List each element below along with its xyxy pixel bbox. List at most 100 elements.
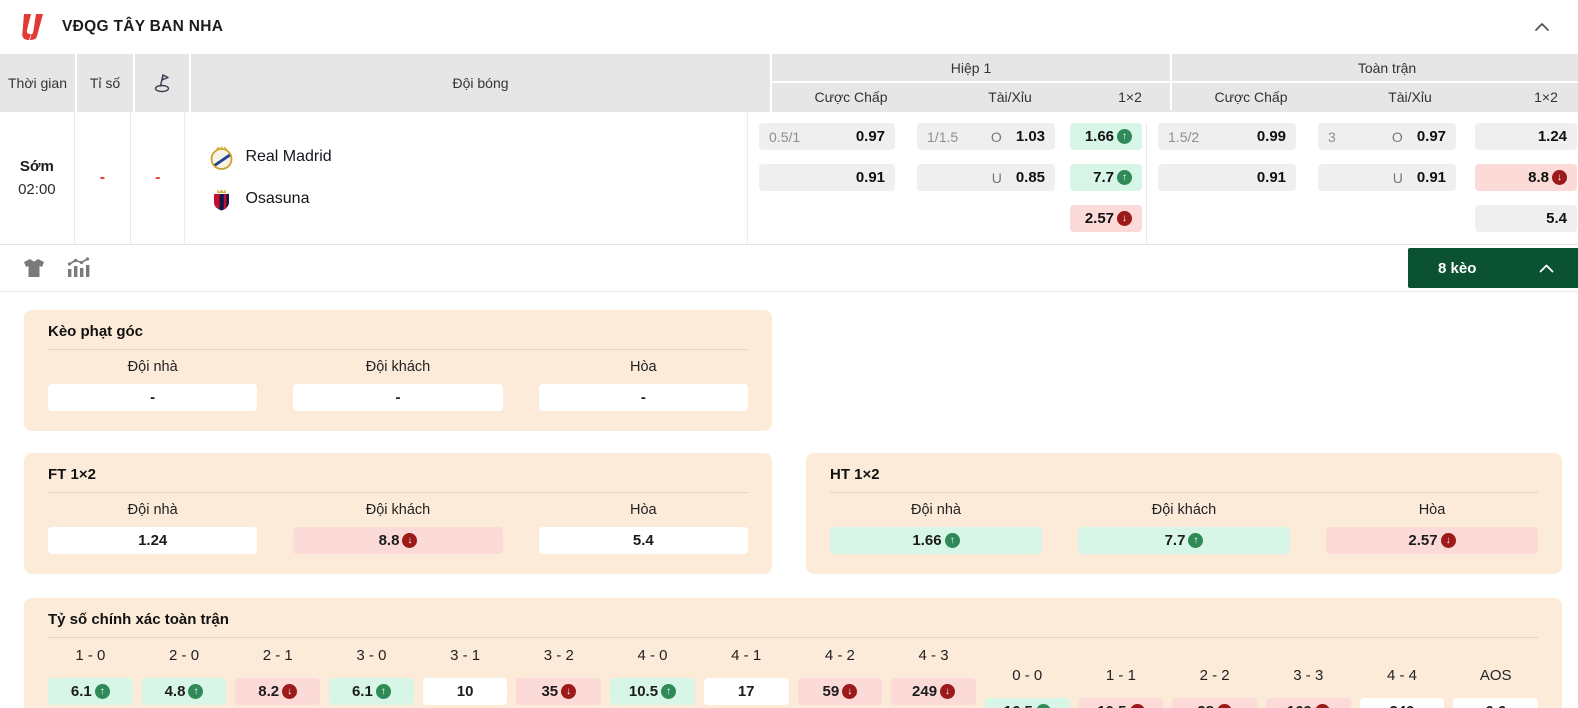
odds-value: 249: [1389, 703, 1414, 708]
match-odds: 0.5/1 0.97 1/1.5 O 1.03 1.66 0.91: [748, 112, 1578, 244]
trend-up-icon: [188, 684, 204, 699]
score-top-cell[interactable]: 6.1: [329, 678, 414, 705]
corner-home-cell[interactable]: -: [48, 384, 258, 411]
score-column: 1 - 06.126: [48, 645, 133, 708]
odds-value: 6.1: [70, 683, 92, 700]
score-column: 4 - 259249: [797, 645, 883, 708]
panel-title: FT 1×2: [48, 466, 748, 493]
score-draw-cell[interactable]: 169: [1265, 698, 1351, 708]
col-header-ft-1x2: 1×2: [1534, 88, 1558, 105]
ft-ou-cell[interactable]: 3 O 0.97: [1318, 123, 1457, 150]
draw-label: Hòa: [1418, 502, 1446, 518]
odds-value: 1.03: [1015, 128, 1046, 145]
score-top-cell[interactable]: 6.1: [48, 678, 133, 705]
score-column-draw: 1 - 1 10.5: [1078, 645, 1164, 708]
score-draw-cell[interactable]: 28: [1172, 698, 1257, 708]
trend-down-icon: [1552, 170, 1568, 185]
chevron-up-icon: [1535, 23, 1549, 31]
trend-down-icon: [940, 684, 956, 699]
h1-1x2-draw-cell[interactable]: 2.57: [1070, 205, 1143, 232]
h1-ou-cell[interactable]: U 0.85: [917, 164, 1056, 191]
ht-away-cell[interactable]: 7.7: [1078, 527, 1290, 554]
match-corner-cell: -: [131, 112, 186, 244]
score-column-draw: 0 - 0 16.5: [984, 645, 1070, 708]
ou-side: O: [990, 128, 1002, 145]
h1-1x2-home-cell[interactable]: 1.66: [1070, 123, 1143, 150]
panel-title: HT 1×2: [830, 466, 1538, 493]
league-header: VĐQG TÂY BAN NHA: [0, 0, 1578, 54]
h1-handicap-cell[interactable]: 0.5/1 0.97: [759, 123, 896, 150]
ft-handicap-cell[interactable]: 0.91: [1158, 164, 1297, 191]
corner-draw-cell[interactable]: -: [538, 384, 748, 411]
trend-up-icon: [1117, 170, 1133, 185]
ht-draw-cell[interactable]: 2.57: [1326, 527, 1538, 554]
score-column: 3 - 110169: [422, 645, 508, 708]
odds-count-label: 8 kèo: [1438, 259, 1477, 277]
odds-value: 7.7: [1093, 169, 1115, 186]
corner-flag-icon: [135, 54, 191, 112]
ft-handicap-cell[interactable]: 1.5/2 0.99: [1158, 123, 1297, 150]
trend-down-icon: [1216, 704, 1232, 708]
jersey-button[interactable]: [12, 251, 56, 285]
odds-value: 1.24: [1537, 128, 1568, 145]
ht-1x2-panel: HT 1×2 Đội nhà Đội khách Hòa 1.66 7.7 2.…: [806, 453, 1562, 574]
score-top-cell[interactable]: 10: [422, 678, 508, 705]
score-top-cell[interactable]: 35: [516, 678, 602, 705]
ft-away-cell[interactable]: 8.8: [293, 527, 503, 554]
trend-up-icon: [1035, 704, 1051, 708]
ft-1x2-away-cell[interactable]: 8.8: [1475, 164, 1578, 191]
odds-value: 1.66: [912, 532, 942, 549]
odds-count-badge[interactable]: 8 kèo: [1408, 248, 1578, 288]
ft-draw-cell[interactable]: 5.4: [538, 527, 748, 554]
score-top-cell[interactable]: 10.5: [610, 678, 695, 705]
match-status: Sớm: [19, 158, 54, 175]
home-label: Đội nhà: [127, 359, 178, 375]
odds-table: Thời gian Tỉ số Đội bóng Hiệp 1 Toàn trậ…: [0, 54, 1578, 245]
ht-home-cell[interactable]: 1.66: [830, 527, 1042, 554]
score-draw-cell[interactable]: 16.5: [984, 698, 1070, 708]
score-column: 4 - 117249: [703, 645, 789, 708]
stats-button[interactable]: [56, 251, 100, 285]
ft-home-cell[interactable]: 1.24: [48, 527, 258, 554]
score-draw-cell[interactable]: 6.6: [1453, 698, 1538, 708]
ft-ou-cell[interactable]: U 0.91: [1318, 164, 1457, 191]
handicap-line: 0.5/1: [769, 128, 801, 145]
ft-1x2-home-cell[interactable]: 1.24: [1475, 123, 1578, 150]
corner-away-cell[interactable]: -: [293, 384, 503, 411]
draw-label: Hòa: [630, 359, 657, 375]
away-team[interactable]: Osasuna: [209, 187, 747, 212]
score-top-cell[interactable]: 59: [797, 678, 883, 705]
h1-ou-cell[interactable]: 1/1.5 O 1.03: [917, 123, 1056, 150]
score-label: 4 - 1: [731, 647, 762, 664]
trend-up-icon: [1188, 533, 1204, 548]
odds-value: 2.57: [1408, 532, 1438, 549]
h1-1x2-away-cell[interactable]: 7.7: [1070, 164, 1143, 191]
trend-up-icon: [375, 684, 391, 699]
score-top-cell[interactable]: 17: [703, 678, 789, 705]
trend-up-icon: [661, 684, 677, 699]
h1-handicap-cell[interactable]: 0.91: [759, 164, 896, 191]
odds-value: 28: [1197, 703, 1214, 708]
ft-1x2-draw-cell[interactable]: 5.4: [1475, 205, 1578, 232]
ou-side: U: [991, 169, 1002, 186]
score-label: 2 - 0: [169, 647, 200, 664]
score-top-cell[interactable]: 4.8: [141, 678, 227, 705]
score-draw-cell[interactable]: 249: [1359, 698, 1445, 708]
match-teams-cell: Real Madrid Osasuna: [185, 112, 749, 244]
home-team-name: Real Madrid: [245, 148, 332, 165]
home-team[interactable]: Real Madrid: [209, 145, 747, 170]
stats-chart-icon: [67, 257, 90, 277]
score-column-draw: 2 - 2 28: [1172, 645, 1257, 708]
ft-1x2-panel: FT 1×2 Đội nhà Đội khách Hòa 1.24 8.8 5.…: [24, 453, 772, 574]
score-label: 3 - 3: [1293, 667, 1324, 684]
score-label: AOS: [1479, 667, 1512, 684]
score-column: 2 - 18.235: [235, 645, 321, 708]
score-top-cell[interactable]: 249: [891, 678, 976, 705]
score-draw-cell[interactable]: 10.5: [1078, 698, 1164, 708]
ou-line: 1/1.5: [927, 128, 959, 145]
score-label: 2 - 2: [1199, 667, 1230, 684]
score-column-draw: 3 - 3 169: [1265, 645, 1351, 708]
score-top-cell[interactable]: 8.2: [235, 678, 321, 705]
odds-value: 0.91: [1416, 169, 1447, 186]
collapse-league-button[interactable]: [1528, 13, 1556, 41]
